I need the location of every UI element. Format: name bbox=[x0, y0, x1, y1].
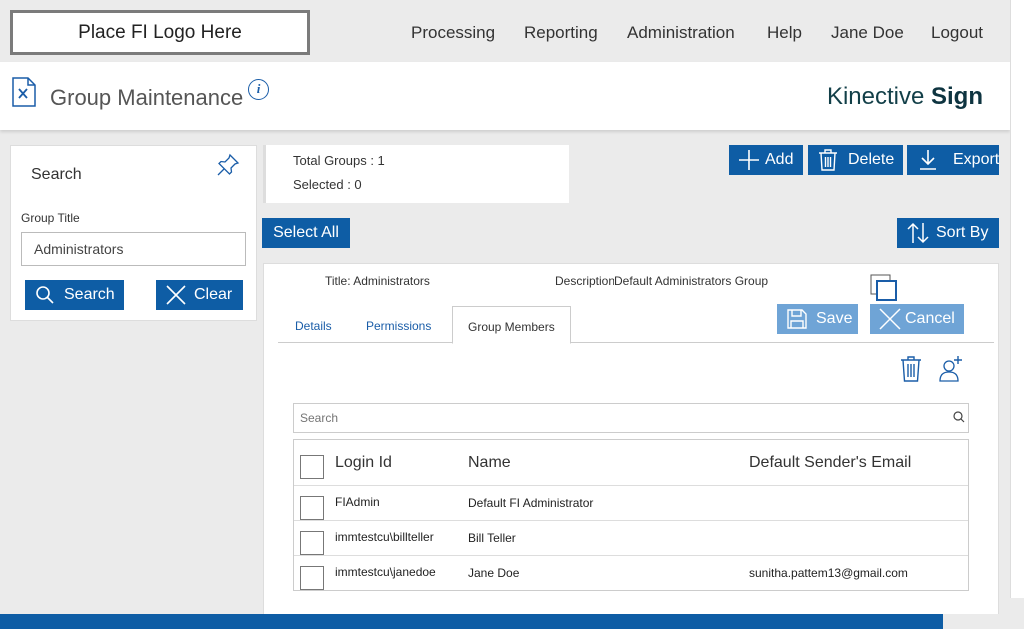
delete-button[interactable]: Delete bbox=[808, 145, 903, 175]
brand-regular: Kinective bbox=[826, 83, 925, 110]
search-panel-title: Search bbox=[31, 166, 82, 183]
scrollbar-thumb[interactable] bbox=[1010, 0, 1024, 598]
brand-bold: Sign bbox=[931, 83, 983, 110]
clear-button-label: Clear bbox=[194, 286, 233, 303]
group-title-text: Title: Administrators bbox=[325, 274, 430, 288]
add-button[interactable]: Add bbox=[729, 145, 803, 175]
nav-reporting[interactable]: Reporting bbox=[524, 23, 598, 43]
footer-bar bbox=[0, 614, 943, 629]
nav-logout[interactable]: Logout bbox=[931, 23, 983, 43]
info-icon[interactable]: i bbox=[248, 79, 269, 100]
login-id-cell: immtestcu\billteller bbox=[335, 530, 434, 544]
groups-summary: Total Groups : 1 Selected : 0 bbox=[263, 145, 569, 203]
trash-icon bbox=[819, 149, 837, 171]
cancel-button[interactable]: Cancel bbox=[870, 304, 964, 334]
name-cell: Jane Doe bbox=[468, 566, 520, 580]
sort-by-button[interactable]: Sort By bbox=[897, 218, 999, 248]
search-icon bbox=[36, 286, 54, 304]
row-checkbox[interactable] bbox=[300, 566, 324, 590]
tab-divider bbox=[278, 342, 994, 343]
copy-icon[interactable] bbox=[870, 274, 898, 302]
close-icon bbox=[166, 285, 186, 305]
nav-processing[interactable]: Processing bbox=[411, 23, 495, 43]
trash-icon[interactable] bbox=[898, 355, 924, 383]
total-groups-count: Total Groups : 1 bbox=[293, 153, 385, 168]
group-title-label: Group Title bbox=[21, 211, 80, 225]
nav-help[interactable]: Help bbox=[767, 23, 802, 43]
description-label: Description bbox=[555, 274, 614, 288]
delete-button-label: Delete bbox=[848, 151, 895, 168]
search-icon[interactable] bbox=[953, 411, 965, 423]
select-all-label: Select All bbox=[273, 224, 339, 241]
add-button-label: Add bbox=[765, 151, 794, 168]
table-row[interactable]: immtestcu\billteller Bill Teller bbox=[294, 520, 968, 555]
name-cell: Bill Teller bbox=[468, 531, 516, 545]
export-button-label: Export bbox=[953, 151, 1000, 168]
top-navigation: Place FI Logo Here Processing Reporting … bbox=[0, 0, 1010, 62]
tab-permissions[interactable]: Permissions bbox=[366, 306, 431, 344]
login-id-cell: FIAdmin bbox=[335, 495, 380, 509]
brand-logo: Kinective Sign bbox=[827, 83, 983, 111]
save-button[interactable]: Save bbox=[777, 304, 858, 334]
column-name[interactable]: Name bbox=[468, 454, 511, 472]
tab-details[interactable]: Details bbox=[295, 306, 332, 344]
group-detail-panel: Title: Administrators Description Defaul… bbox=[263, 263, 999, 614]
table-header-row: Login Id Name Default Sender's Email bbox=[294, 440, 968, 485]
search-button[interactable]: Search bbox=[25, 280, 124, 310]
group-title-input[interactable] bbox=[21, 232, 246, 266]
clear-button[interactable]: Clear bbox=[156, 280, 243, 310]
save-button-label: Save bbox=[816, 310, 853, 327]
select-all-button[interactable]: Select All bbox=[262, 218, 350, 248]
page-title: Group Maintenance bbox=[50, 85, 244, 110]
name-cell: Default FI Administrator bbox=[468, 496, 594, 510]
selected-count: Selected : 0 bbox=[293, 177, 362, 192]
nav-administration[interactable]: Administration bbox=[627, 23, 735, 43]
row-checkbox[interactable] bbox=[300, 496, 324, 520]
members-table: Login Id Name Default Sender's Email FIA… bbox=[293, 439, 969, 591]
column-email[interactable]: Default Sender's Email bbox=[749, 454, 911, 472]
close-icon bbox=[879, 308, 901, 330]
page-header: Group Maintenance i Kinective Sign bbox=[0, 62, 1010, 130]
email-cell: sunitha.pattem13@gmail.com bbox=[749, 566, 908, 580]
fi-logo-placeholder: Place FI Logo Here bbox=[10, 10, 310, 55]
login-id-cell: immtestcu\janedoe bbox=[335, 565, 436, 579]
search-panel: Search Group Title Search Clear bbox=[10, 145, 257, 321]
search-button-label: Search bbox=[64, 286, 115, 303]
description-value: Default Administrators Group bbox=[614, 274, 769, 288]
nav-user-menu[interactable]: Jane Doe bbox=[831, 23, 904, 43]
cancel-button-label: Cancel bbox=[905, 310, 955, 327]
member-search-input[interactable] bbox=[293, 403, 969, 433]
select-all-checkbox[interactable] bbox=[300, 455, 324, 479]
add-user-icon[interactable] bbox=[938, 355, 964, 383]
tab-group-members[interactable]: Group Members bbox=[452, 306, 571, 344]
sort-icon bbox=[907, 222, 929, 244]
document-icon bbox=[12, 77, 36, 107]
save-icon bbox=[787, 309, 807, 329]
column-login-id[interactable]: Login Id bbox=[335, 454, 392, 472]
table-row[interactable]: immtestcu\janedoe Jane Doe sunitha.patte… bbox=[294, 555, 968, 590]
table-row[interactable]: FIAdmin Default FI Administrator bbox=[294, 485, 968, 520]
download-icon bbox=[920, 150, 936, 170]
logo-text: Place FI Logo Here bbox=[78, 21, 242, 43]
sort-by-label: Sort By bbox=[936, 224, 989, 241]
pin-icon[interactable] bbox=[216, 153, 240, 177]
export-button[interactable]: Export bbox=[907, 145, 999, 175]
row-checkbox[interactable] bbox=[300, 531, 324, 555]
plus-icon bbox=[739, 150, 759, 170]
